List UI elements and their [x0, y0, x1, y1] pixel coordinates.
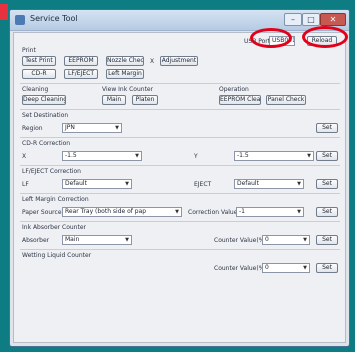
- cdr-print-button[interactable]: CD-R: [22, 69, 56, 79]
- wetting-counter-select[interactable]: 0 ▼: [262, 263, 310, 273]
- side-tab-marker: [0, 4, 8, 20]
- absorber-set-button[interactable]: Set: [316, 235, 338, 245]
- main-counter-button[interactable]: Main: [102, 95, 126, 105]
- platen-counter-button[interactable]: Platen: [132, 95, 158, 105]
- minimize-button[interactable]: –: [284, 13, 302, 26]
- app-icon: [15, 15, 25, 25]
- absorber-label: Absorber: [22, 237, 50, 244]
- dropdown-arrow-icon: ▼: [175, 209, 179, 215]
- eeprom-button[interactable]: EEPROM: [64, 56, 98, 66]
- reload-highlight-circle: [302, 26, 348, 48]
- service-tool-window: Service Tool – □ ✕ USB Port USB001 Reloa…: [9, 9, 350, 347]
- eeprom-clear-button[interactable]: EEPROM Clear: [219, 95, 261, 105]
- separator: [20, 109, 340, 110]
- dropdown-arrow-icon: ▼: [297, 209, 301, 215]
- absorber-counter-select[interactable]: 0 ▼: [262, 235, 310, 245]
- client-area: USB Port USB001 Reload Print Test Print …: [13, 32, 346, 343]
- title-bar: Service Tool – □ ✕: [10, 10, 349, 31]
- eject-label: EJECT: [194, 181, 212, 188]
- separator: [20, 83, 340, 84]
- panel-check-button[interactable]: Panel Check: [266, 95, 306, 105]
- cdr-set-button[interactable]: Set: [316, 151, 338, 161]
- left-margin-print-button[interactable]: Left Margin: [106, 69, 144, 79]
- separator: [20, 249, 340, 250]
- cdr-correction-label: CD-R Correction: [22, 140, 71, 147]
- wetting-set-button[interactable]: Set: [316, 263, 338, 273]
- region-select[interactable]: JPN ▼: [62, 123, 122, 133]
- dropdown-arrow-icon: ▼: [303, 237, 307, 243]
- set-destination-button[interactable]: Set: [316, 123, 338, 133]
- deep-cleaning-button[interactable]: Deep Cleaning: [22, 95, 66, 105]
- dropdown-arrow-icon: ▼: [303, 265, 307, 271]
- left-margin-set-button[interactable]: Set: [316, 207, 338, 217]
- cleaning-label: Cleaning: [22, 86, 49, 93]
- dropdown-arrow-icon: ▼: [135, 153, 139, 159]
- wetting-liquid-counter-label: Wetting Liquid Counter: [22, 252, 92, 259]
- correction-value-select[interactable]: -1 ▼: [236, 207, 304, 217]
- absorber-counter-value-label: Counter Value(%): [214, 237, 267, 244]
- operation-label: Operation: [219, 86, 249, 93]
- separator: [20, 165, 340, 166]
- eject-select[interactable]: Default ▼: [234, 179, 304, 189]
- lf-eject-set-button[interactable]: Set: [316, 179, 338, 189]
- paper-source-label: Paper Source: [22, 209, 62, 216]
- dropdown-arrow-icon: ▼: [125, 237, 129, 243]
- dropdown-arrow-icon: ▼: [297, 181, 301, 187]
- lf-eject-print-button[interactable]: LF/EJECT: [64, 69, 98, 79]
- nozzle-check-button[interactable]: Nozzle Check: [106, 56, 144, 66]
- lf-select[interactable]: Default ▼: [62, 179, 132, 189]
- adjustment-button[interactable]: Adjustment: [160, 56, 198, 66]
- cdr-y-label: Y: [194, 153, 198, 160]
- lf-eject-correction-label: LF/EJECT Correction: [22, 168, 81, 175]
- dropdown-arrow-icon: ▼: [115, 125, 119, 131]
- close-button[interactable]: ✕: [320, 13, 346, 26]
- ink-absorber-counter-label: Ink Absorber Counter: [22, 224, 86, 231]
- lf-label: LF: [22, 181, 29, 188]
- usb-port-highlight-circle: [250, 28, 292, 48]
- cdr-y-select[interactable]: -1.5 ▼: [234, 151, 314, 161]
- paper-source-select[interactable]: Rear Tray (both side of pap ▼: [62, 207, 182, 217]
- wetting-counter-value-label: Counter Value(%): [214, 265, 267, 272]
- dropdown-arrow-icon: ▼: [307, 153, 311, 159]
- test-print-button[interactable]: Test Print: [22, 56, 56, 66]
- separator: [20, 193, 340, 194]
- separator: [20, 137, 340, 138]
- print-x-label: X: [150, 58, 155, 65]
- print-label: Print: [22, 47, 36, 54]
- left-margin-correction-label: Left Margin Correction: [22, 196, 89, 203]
- separator: [20, 221, 340, 222]
- absorber-select[interactable]: Main ▼: [62, 235, 132, 245]
- maximize-button[interactable]: □: [302, 13, 320, 26]
- cdr-x-select[interactable]: -1.5 ▼: [62, 151, 142, 161]
- view-ink-counter-label: View Ink Counter: [102, 86, 154, 93]
- region-label: Region: [22, 125, 43, 132]
- cdr-x-label: X: [22, 153, 27, 160]
- window-title: Service Tool: [30, 14, 78, 23]
- correction-value-label: Correction Value: [188, 209, 238, 216]
- dropdown-arrow-icon: ▼: [125, 181, 129, 187]
- set-destination-label: Set Destination: [22, 112, 69, 119]
